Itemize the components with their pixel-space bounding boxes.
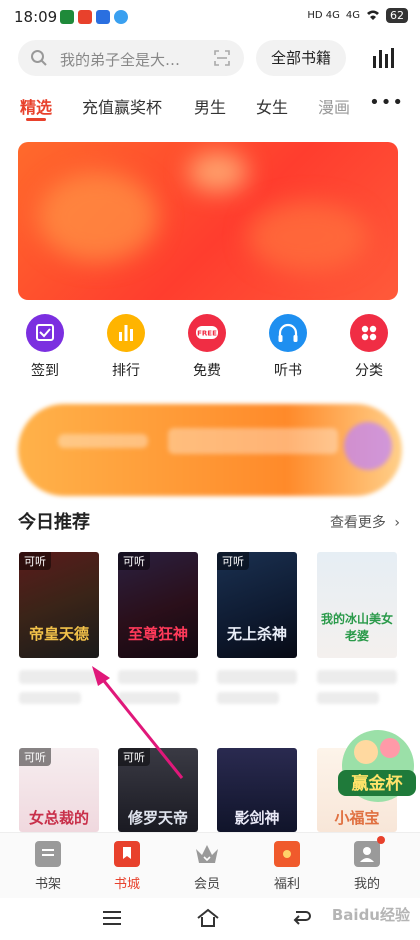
home-icon[interactable] — [196, 908, 220, 932]
quick-action-label: 排行 — [112, 363, 140, 379]
quick-action-label: 免费 — [193, 363, 221, 379]
book-cover[interactable]: 可听 至尊狂神 — [118, 552, 198, 658]
active-tab-indicator — [26, 118, 46, 121]
watermark: Baidu经验 — [331, 906, 410, 924]
search-icon — [30, 49, 48, 71]
quick-action-free[interactable]: FREE 免费 — [177, 314, 237, 384]
category-tabs: 精选 充值赢奖杯 男生 女生 漫画 ••• — [0, 88, 420, 128]
book-title: 帝皇天德 — [28, 625, 89, 643]
quick-action-label: 听书 — [274, 363, 302, 379]
ranking-icon[interactable] — [371, 46, 395, 74]
status-bar: 18:09 HD 4G 4G 62 — [0, 0, 420, 34]
quick-action-label: 分类 — [355, 363, 383, 379]
tab-male[interactable]: 男生 — [194, 94, 226, 118]
book-info-placeholder — [19, 692, 81, 704]
book-info-placeholder — [217, 692, 279, 704]
book-info-placeholder — [19, 670, 99, 684]
bookstore-icon — [114, 841, 140, 867]
promo-banner[interactable] — [18, 142, 398, 300]
book-title: 女总裁的 — [28, 809, 89, 827]
quick-action-label: 签到 — [31, 363, 59, 379]
section-title: 今日推荐 — [18, 512, 90, 533]
bookshelf-icon — [35, 841, 61, 867]
free-icon: FREE — [188, 314, 226, 352]
more-icon[interactable]: ••• — [369, 92, 404, 113]
view-more-label: 查看更多 — [329, 515, 386, 531]
battery-indicator: 62 — [386, 8, 408, 23]
system-nav-bar: Baidu经验 — [0, 898, 420, 940]
book-cover[interactable]: 影剑神 — [217, 748, 297, 832]
grid-icon — [350, 314, 388, 352]
all-books-button[interactable]: 全部书籍 — [256, 40, 346, 76]
book-info-placeholder — [118, 670, 198, 684]
free-icon-text: FREE — [197, 330, 217, 338]
scan-icon[interactable] — [214, 50, 230, 70]
book-info-placeholder — [118, 692, 180, 704]
calendar-check-icon — [26, 314, 64, 352]
float-badge-label: 赢金杯 — [352, 773, 403, 794]
menu-icon[interactable] — [102, 910, 122, 930]
book-title: 小福宝 — [334, 809, 380, 827]
status-time: 18:09 — [14, 8, 58, 26]
bottom-tab-bar: 书架 书城 会员 福利 我的 — [0, 832, 420, 899]
notification-icon — [96, 10, 110, 24]
audiobook-badge: 可听 — [118, 552, 150, 570]
promo-strip[interactable] — [18, 404, 402, 496]
book-cover[interactable]: 可听 帝皇天德 — [19, 552, 99, 658]
notification-icon — [114, 10, 128, 24]
notification-dot — [377, 836, 385, 844]
book-title: 我的冰山美女老婆 — [321, 612, 394, 643]
book-info-placeholder — [217, 670, 297, 684]
profile-icon — [354, 836, 385, 867]
book-cover[interactable]: 可听 女总裁的 — [19, 748, 99, 832]
headphones-icon — [269, 314, 307, 352]
tab-label: 福利 — [273, 877, 300, 892]
tab-welfare[interactable]: 福利 — [257, 841, 317, 892]
status-indicators: HD 4G 4G 62 — [307, 8, 408, 23]
book-title: 无上杀神 — [226, 625, 287, 643]
book-title: 至尊狂神 — [127, 625, 188, 643]
network-indicator: HD 4G — [307, 10, 340, 21]
audiobook-badge: 可听 — [19, 748, 51, 766]
tab-label: 书架 — [34, 877, 61, 892]
book-info-placeholder — [317, 692, 379, 704]
audiobook-badge: 可听 — [19, 552, 51, 570]
gift-icon — [274, 841, 300, 867]
book-title: 修罗天帝 — [127, 809, 188, 827]
book-title: 影剑神 — [234, 809, 280, 827]
win-trophy-floating-badge[interactable]: 赢金杯 — [334, 726, 418, 810]
quick-action-category[interactable]: 分类 — [339, 314, 399, 384]
audiobook-badge: 可听 — [217, 552, 249, 570]
search-input[interactable]: 我的弟子全是大… — [60, 49, 210, 70]
book-info-placeholder — [317, 670, 397, 684]
tab-comics[interactable]: 漫画 — [318, 94, 350, 118]
quick-action-ranking[interactable]: 排行 — [96, 314, 156, 384]
audiobook-badge: 可听 — [118, 748, 150, 766]
tab-label: 我的 — [353, 877, 380, 892]
wifi-icon — [366, 9, 380, 23]
tab-bookshelf[interactable]: 书架 — [18, 841, 78, 892]
notification-icon — [78, 10, 92, 24]
book-cover[interactable]: 可听 修罗天帝 — [118, 748, 198, 832]
quick-action-audiobook[interactable]: 听书 — [258, 314, 318, 384]
vip-crown-icon — [194, 841, 220, 867]
tab-bookstore[interactable]: 书城 — [97, 841, 157, 892]
book-cover[interactable]: 我的冰山美女老婆 — [317, 552, 397, 658]
book-cover[interactable]: 可听 无上杀神 — [217, 552, 297, 658]
tab-label: 书城 — [113, 877, 140, 892]
bar-chart-icon — [107, 314, 145, 352]
tab-membership[interactable]: 会员 — [177, 841, 237, 892]
notification-icon — [60, 10, 74, 24]
chevron-right-icon: › — [394, 515, 400, 531]
tab-recharge-trophy[interactable]: 充值赢奖杯 — [82, 94, 162, 118]
view-more-link[interactable]: 查看更多 › — [330, 512, 400, 532]
tab-featured[interactable]: 精选 — [20, 94, 52, 118]
back-icon[interactable] — [290, 908, 312, 932]
tab-profile[interactable]: 我的 — [337, 836, 397, 892]
quick-action-checkin[interactable]: 签到 — [15, 314, 75, 384]
tab-female[interactable]: 女生 — [256, 94, 288, 118]
tab-label: 会员 — [193, 877, 220, 892]
search-bar[interactable]: 我的弟子全是大… — [18, 40, 244, 76]
network-indicator-2: 4G — [345, 10, 360, 21]
